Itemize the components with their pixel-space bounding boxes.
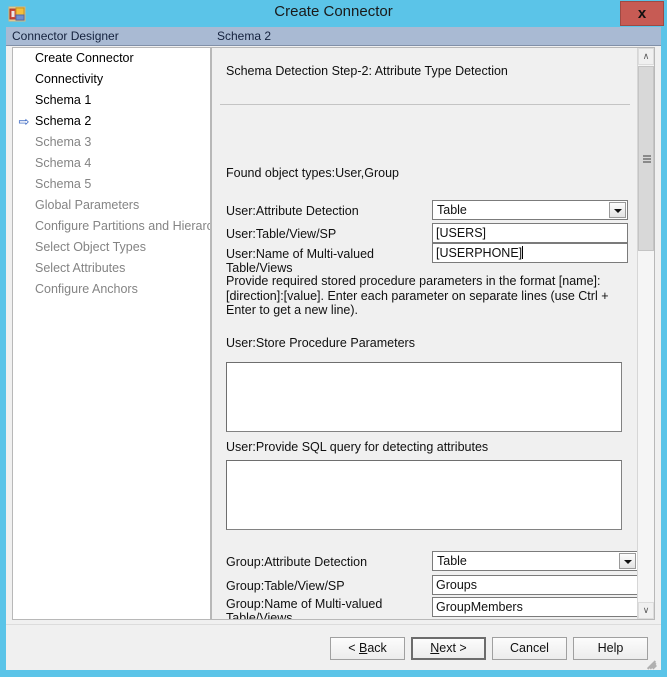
connector-designer-header: Connector Designer: [6, 27, 211, 46]
wizard-step-list: Create Connector Connectivity Schema 1 ⇨…: [12, 47, 211, 620]
tree-item-label: Configure Anchors: [35, 282, 138, 296]
schema-detection-form: Schema Detection Step-2: Attribute Type …: [212, 48, 638, 619]
sidebar-item-connectivity[interactable]: Connectivity: [13, 69, 210, 90]
group-table-view-sp-input[interactable]: Groups: [432, 575, 638, 595]
scroll-up-icon[interactable]: ∧: [638, 48, 654, 65]
tree-item-label: Schema 1: [35, 93, 92, 107]
sidebar-item-create-connector[interactable]: Create Connector: [13, 48, 210, 69]
title-divider: [220, 104, 630, 105]
help-button[interactable]: Help: [573, 637, 648, 660]
user-attribute-detection-label: User:Attribute Detection: [226, 204, 359, 218]
group-table-view-sp-value: Groups: [436, 578, 477, 592]
group-multivalued-label-line1: Group:Name of Multi-valued: [226, 597, 383, 611]
chevron-down-icon[interactable]: [609, 202, 626, 218]
scrollbar-grip-icon: [643, 154, 651, 163]
sidebar-item-configure-partitions: Configure Partitions and Hierarchies: [13, 216, 210, 237]
user-multivalued-label-line1: User:Name of Multi-valued: [226, 247, 374, 261]
user-multivalued-value: [USERPHONE]: [436, 246, 523, 260]
tree-item-label: Schema 4: [35, 156, 92, 170]
user-sql-query-label: User:Provide SQL query for detecting att…: [226, 440, 489, 454]
sidebar-item-schema-5: Schema 5: [13, 174, 210, 195]
found-object-types-text: Found object types:User,Group: [226, 166, 400, 180]
chevron-down-icon[interactable]: [619, 553, 636, 569]
group-multivalued-label-line2: Table/Views: [226, 611, 293, 619]
tree-item-label: Connectivity: [35, 72, 104, 86]
tree-item-label: Schema 2: [35, 114, 92, 128]
user-multivalued-label-line2: Table/Views: [226, 261, 293, 275]
content-scrollbar[interactable]: ∧ ∨: [637, 48, 654, 619]
scrollbar-thumb[interactable]: [638, 66, 654, 251]
user-attribute-detection-value: Table: [437, 203, 467, 217]
next-button[interactable]: Next >: [411, 637, 486, 660]
tree-item-label: Select Attributes: [35, 261, 126, 275]
scroll-down-icon[interactable]: ∨: [638, 602, 654, 619]
wizard-button-bar: < Back Next > Cancel Help: [6, 624, 661, 670]
text-caret: [522, 246, 524, 259]
back-suffix: ack: [367, 641, 387, 655]
tree-item-label: Schema 3: [35, 135, 92, 149]
user-table-view-sp-value: [USERS]: [436, 226, 487, 240]
user-table-view-sp-label: User:Table/View/SP: [226, 227, 337, 241]
tree-item-label: Create Connector: [35, 51, 134, 65]
tree-item-label: Global Parameters: [35, 198, 140, 212]
user-store-procedure-params-label: User:Store Procedure Parameters: [226, 336, 415, 350]
user-stored-procedure-hint: Provide required stored procedure parame…: [226, 274, 609, 317]
schema-detection-panel: Schema Detection Step-2: Attribute Type …: [211, 47, 655, 620]
client-area: Connector Designer Schema 2 Create Conne…: [6, 27, 661, 670]
group-multivalued-input[interactable]: GroupMembers: [432, 597, 638, 617]
user-multivalued-input[interactable]: [USERPHONE]: [432, 243, 628, 263]
resize-grip-icon[interactable]: [645, 654, 659, 670]
sidebar-item-schema-3: Schema 3: [13, 132, 210, 153]
user-table-view-sp-input[interactable]: [USERS]: [432, 223, 628, 243]
group-multivalued-value: GroupMembers: [436, 600, 523, 614]
group-attribute-detection-label: Group:Attribute Detection: [226, 555, 368, 569]
sidebar-item-schema-2[interactable]: ⇨ Schema 2: [13, 111, 210, 132]
tree-item-label: Schema 5: [35, 177, 92, 191]
page-title: Schema Detection Step-2: Attribute Type …: [226, 64, 508, 78]
tree-item-label: Select Object Types: [35, 240, 146, 254]
sidebar-item-select-object-types: Select Object Types: [13, 237, 210, 258]
window-title: Create Connector: [274, 3, 393, 20]
schema-panel-header: Schema 2: [211, 27, 661, 46]
group-attribute-detection-value: Table: [437, 554, 467, 568]
cancel-button[interactable]: Cancel: [492, 637, 567, 660]
user-attribute-detection-select[interactable]: Table: [432, 200, 628, 220]
next-mnemonic: N: [430, 641, 440, 655]
group-table-view-sp-label: Group:Table/View/SP: [226, 579, 345, 593]
back-prefix: <: [348, 641, 359, 655]
current-step-arrow-icon: ⇨: [18, 114, 30, 129]
user-store-procedure-params-textarea[interactable]: [226, 362, 622, 432]
sidebar-item-configure-anchors: Configure Anchors: [13, 279, 210, 300]
group-attribute-detection-select[interactable]: Table: [432, 551, 638, 571]
create-connector-window: Create Connector x Connector Designer Sc…: [0, 0, 667, 677]
user-sql-query-textarea[interactable]: [226, 460, 622, 530]
close-icon[interactable]: x: [620, 1, 664, 26]
back-button[interactable]: < Back: [330, 637, 405, 660]
sidebar-item-global-parameters: Global Parameters: [13, 195, 210, 216]
tree-item-label: Configure Partitions and Hierarchies: [35, 219, 210, 233]
title-bar: Create Connector x: [0, 0, 667, 27]
next-suffix: ext >: [439, 641, 467, 655]
sidebar-item-select-attributes: Select Attributes: [13, 258, 210, 279]
sidebar-item-schema-4: Schema 4: [13, 153, 210, 174]
sidebar-item-schema-1[interactable]: Schema 1: [13, 90, 210, 111]
